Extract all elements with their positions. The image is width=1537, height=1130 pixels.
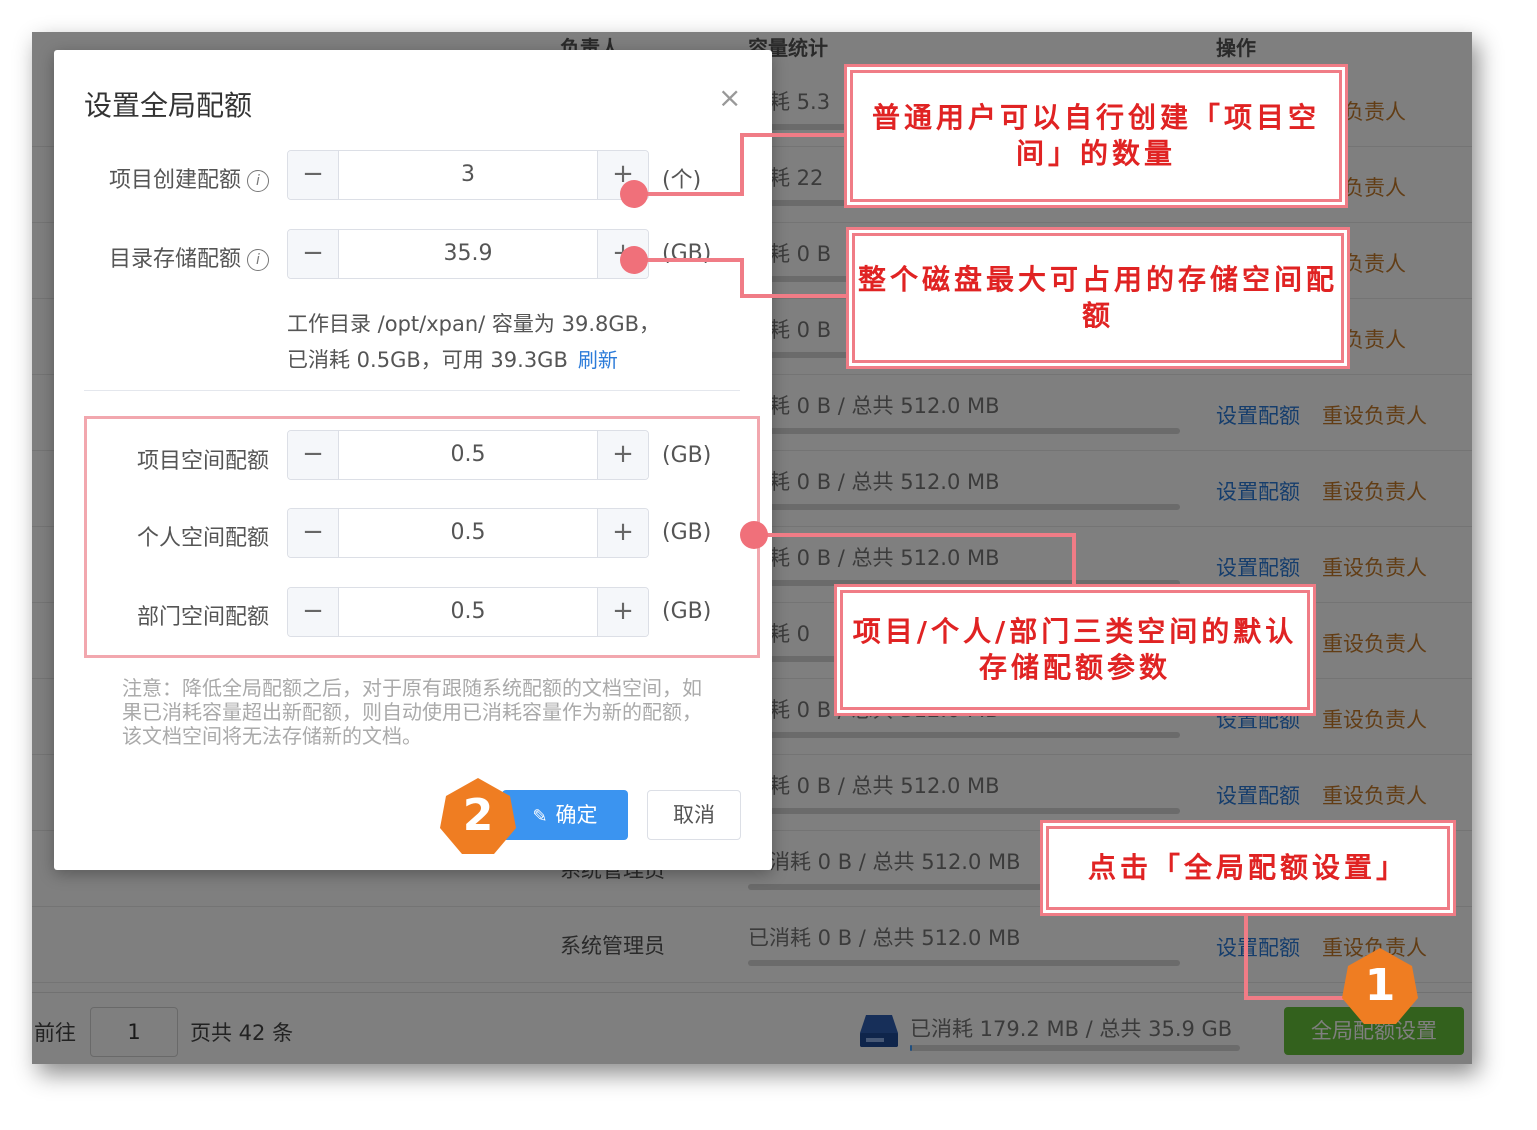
connector-line [1072, 533, 1076, 589]
connector-line [636, 192, 742, 196]
callout-disk-quota: 整个磁盘最大可占用的存储空间配额 [852, 233, 1344, 363]
divider [84, 390, 740, 391]
info-icon[interactable]: i [247, 249, 269, 271]
callout-dot [620, 180, 648, 208]
info-icon[interactable]: i [247, 170, 269, 192]
edit-icon: ✎ [532, 806, 548, 827]
stepper-directory-storage-quota: − 35.9 + [287, 229, 649, 279]
dialog-title: 设置全局配额 [84, 89, 253, 122]
quota-note: 注意：降低全局配额之后，对于原有跟随系统配额的文档空间，如果已消耗容量超出新配额… [122, 676, 702, 748]
connector-line [1244, 996, 1354, 1000]
callout-project-create-count: 普通用户可以自行创建「项目空间」的数量 [850, 70, 1342, 202]
callout-dot [740, 521, 768, 549]
minus-button[interactable]: − [288, 151, 339, 199]
connector-line [636, 258, 742, 262]
label-directory-storage-quota: 目录存储配额 i [69, 241, 269, 273]
close-icon[interactable]: × [718, 84, 741, 112]
work-dir-capacity: 工作目录 /opt/xpan/ 容量为 39.8GB， [287, 312, 661, 336]
cancel-button[interactable]: 取消 [647, 790, 741, 840]
stepper-project-create-quota: − 3 + [287, 150, 649, 200]
connector-line [740, 294, 852, 298]
connector-line [740, 258, 744, 298]
connector-line [1244, 906, 1248, 1000]
badge-number: 2 [462, 790, 494, 841]
callout-click-global-quota: 点击「全局配额设置」 [1046, 826, 1450, 910]
connector-line [740, 133, 850, 137]
badge-number: 1 [1364, 960, 1396, 1011]
step-badge-1: 1 [1340, 946, 1420, 1026]
refresh-link[interactable]: 刷新 [578, 348, 618, 372]
unit-label: (GB) [662, 241, 712, 266]
unit-label: (个) [662, 168, 702, 193]
label-project-create-quota: 项目创建配额 i [69, 162, 269, 194]
stepper-value[interactable]: 3 [339, 151, 597, 199]
connector-line [756, 533, 1076, 537]
work-dir-usage: 已消耗 0.5GB，可用 39.3GB 刷新 [287, 348, 618, 372]
step-badge-2: 2 [438, 776, 518, 856]
connector-line [740, 135, 744, 196]
callout-default-space-quotas: 项目/个人/部门三类空间的默认存储配额参数 [840, 590, 1310, 710]
stepper-value[interactable]: 35.9 [339, 230, 597, 278]
highlight-space-quotas [84, 416, 760, 658]
minus-button[interactable]: − [288, 230, 339, 278]
callout-dot [620, 246, 648, 274]
confirm-button[interactable]: ✎ 确定 [502, 790, 628, 840]
